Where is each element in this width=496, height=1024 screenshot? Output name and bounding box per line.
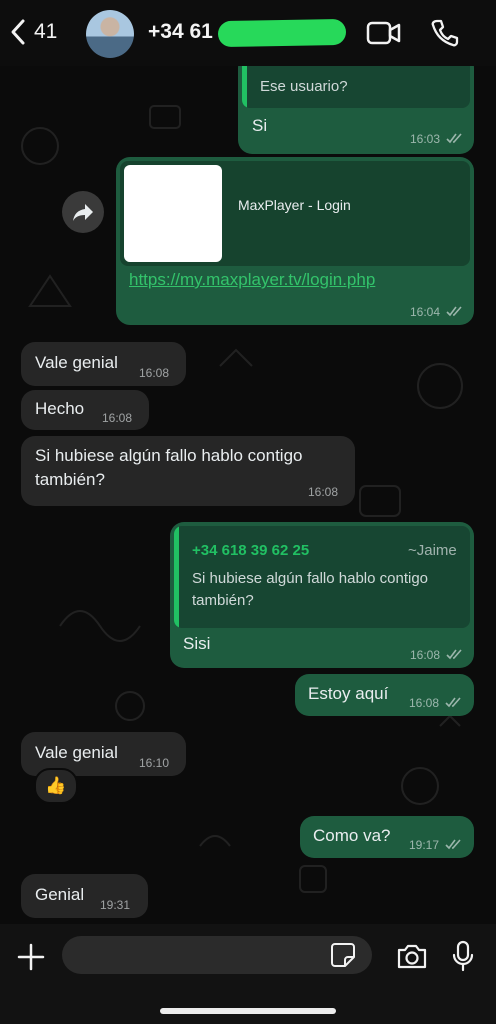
message-time: 19:31 [100,898,131,912]
read-ticks-icon [445,697,461,708]
message-text: Sisi [183,634,211,653]
forward-button[interactable] [62,191,104,233]
quote-author: ~Jaime [408,542,457,559]
forward-arrow-icon [73,204,93,221]
read-ticks-icon [445,839,461,850]
message-bubble-incoming[interactable]: Genial 19:31 [21,874,148,918]
reaction-badge[interactable]: 👍 [34,768,78,804]
message-bubble-outgoing[interactable]: Ese usuario? Si 16:03 [238,66,474,154]
video-call-icon[interactable] [366,18,402,48]
message-bubble-incoming[interactable]: Vale genial 16:08 [21,342,186,386]
quote-sender: +34 618 39 62 25 [192,542,310,559]
link-url[interactable]: https://my.maxplayer.tv/login.php [129,270,375,290]
message-text: Hecho [35,399,85,418]
message-time: 16:10 [139,756,170,770]
redaction-mark [217,18,347,48]
message-text: Estoy aquí [308,684,389,703]
message-bubble-incoming[interactable]: Si hubiese algún fallo hablo contigo tam… [21,436,355,506]
sticker-icon[interactable] [330,942,356,968]
quote-text: Ese usuario? [260,78,348,95]
avatar[interactable] [86,10,134,58]
message-text: Si hubiese algún fallo hablo contigo tam… [35,446,303,489]
message-bubble-outgoing[interactable]: MaxPlayer - Login https://my.maxplayer.t… [116,157,474,325]
home-indicator [160,1008,336,1014]
composer-bar [0,924,496,1024]
message-time: 16:08 [410,648,441,662]
quote-bar [174,526,179,628]
message-text: Vale genial [35,743,118,762]
read-ticks-icon [446,306,462,317]
message-bubble-incoming[interactable]: Hecho 16:08 [21,390,149,430]
phone-icon[interactable] [430,18,460,48]
link-title: MaxPlayer - Login [238,197,351,213]
message-text: Como va? [313,826,391,845]
message-bubble-outgoing[interactable]: Estoy aquí 16:08 [295,674,474,716]
camera-icon[interactable] [396,942,428,970]
message-text: Genial [35,885,85,904]
message-time: 19:17 [409,838,440,852]
chat-area[interactable]: Ese usuario? Si 16:03 MaxPlayer - Login … [0,66,496,924]
read-ticks-icon [446,649,462,660]
thumbs-up-icon: 👍 [45,776,67,795]
chevron-left-icon [11,19,25,45]
message-time: 16:03 [410,132,441,146]
contact-name[interactable]: +34 61 [148,20,213,44]
message-time: 16:08 [102,411,133,425]
message-time: 16:08 [409,696,440,710]
message-text: Si [252,116,268,135]
message-text: Vale genial [35,353,118,372]
message-bubble-outgoing[interactable]: +34 618 39 62 25 ~Jaime Si hubiese algún… [170,522,474,668]
message-time: 16:04 [410,305,441,319]
message-bubble-outgoing[interactable]: Como va? 19:17 [300,816,474,858]
quoted-message[interactable]: +34 618 39 62 25 ~Jaime Si hubiese algún… [174,526,470,628]
quoted-message[interactable]: Ese usuario? [242,66,470,108]
message-input[interactable] [62,936,372,974]
link-preview[interactable]: MaxPlayer - Login [120,161,470,266]
quote-bar [242,66,247,108]
message-time: 16:08 [308,485,339,499]
link-thumbnail [124,165,222,262]
microphone-icon[interactable] [452,940,474,972]
read-ticks-icon [446,133,462,144]
chat-header: 41 +34 61 [0,0,496,66]
plus-icon[interactable] [16,942,46,972]
quote-text: Si hubiese algún fallo hablo contigo tam… [192,570,429,609]
message-time: 16:08 [139,366,170,380]
back-button[interactable]: 41 [10,18,57,46]
unread-count: 41 [34,20,58,43]
